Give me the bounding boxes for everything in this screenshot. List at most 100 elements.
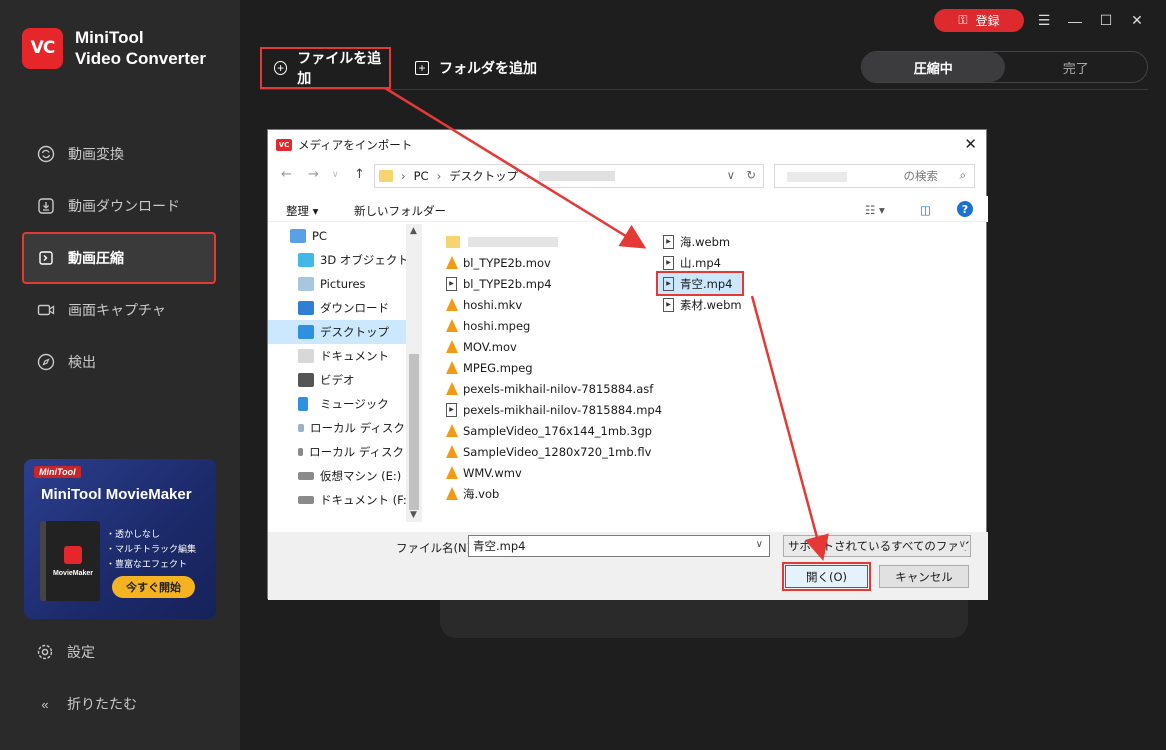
app-name-line1: MiniTool (75, 28, 144, 47)
tree-item-videos[interactable]: ビデオ (268, 368, 421, 392)
collapse-item[interactable]: « 折りたたむ (36, 694, 137, 714)
tree-item-downloads[interactable]: ダウンロード (268, 296, 421, 320)
search-input[interactable]: の検索 ⌕ (774, 164, 975, 188)
list-item[interactable]: hoshi.mpeg (446, 315, 662, 336)
dialog-title: メディアをインポート (298, 137, 413, 152)
list-item[interactable]: bl_TYPE2b.mov (446, 252, 662, 273)
breadcrumb-desktop[interactable]: デスクトップ (449, 168, 518, 184)
selected-file-item[interactable]: ▶ 青空.mp4 (655, 271, 745, 296)
forward-arrow-icon[interactable]: → (308, 167, 319, 182)
promo-badge: MiniTool (34, 466, 81, 478)
list-item[interactable]: ▶ 素材.webm (663, 294, 742, 315)
list-item[interactable]: ▶ 海.webm (663, 231, 742, 252)
list-item[interactable]: MPEG.mpeg (446, 357, 662, 378)
sidebar-item-label: 動画ダウンロード (68, 198, 180, 214)
filename-label: ファイル名(N): (396, 541, 475, 555)
sidebar-item-discover[interactable]: 検出 (24, 338, 214, 386)
tree-item-3d[interactable]: 3D オブジェクト (268, 248, 421, 272)
tree-item-pc[interactable]: PC (268, 224, 421, 248)
tree-scrollbar[interactable]: ▲ ▼ (406, 224, 422, 522)
vlc-file-icon (446, 445, 458, 458)
folder-icon (446, 235, 460, 248)
list-item[interactable]: ▶ pexels-mikhail-nilov-7815884.mp4 (446, 399, 662, 420)
new-folder-button[interactable]: 新しいフォルダー (354, 203, 446, 219)
tab-compressing[interactable]: 圧縮中 (862, 52, 1005, 82)
address-row: ← → ∨ ↑ › PC › デスクトップ › ∨ ↻ の検索 ⌕ (268, 163, 988, 189)
filename-input[interactable]: 青空.mp4 ∨ (468, 535, 770, 557)
promo-start-button[interactable]: 今すぐ開始 (112, 576, 195, 598)
list-item[interactable]: hoshi.mkv (446, 294, 662, 315)
moviemaker-promo[interactable]: MiniTool MiniTool MovieMaker MovieMaker … (24, 459, 216, 619)
list-item[interactable]: ▶ bl_TYPE2b.mp4 (446, 273, 662, 294)
breadcrumb-pc[interactable]: PC (414, 169, 429, 183)
tree-item-disk-d[interactable]: ローカル ディスク (D (268, 440, 421, 464)
maximize-icon[interactable]: ☐ (1095, 12, 1117, 29)
sidebar-item-download[interactable]: 動画ダウンロード (24, 182, 214, 230)
list-item[interactable]: WMV.wmv (446, 462, 662, 483)
dialog-close-icon[interactable]: ✕ (964, 135, 977, 153)
sidebar-item-convert[interactable]: 動画変換 (24, 130, 214, 178)
drive-icon (298, 472, 314, 480)
tree-item-music[interactable]: ミュージック (268, 392, 421, 416)
minimize-icon[interactable]: — (1064, 13, 1086, 29)
app-name-line2: Video Converter (75, 49, 207, 68)
chevron-down-icon[interactable]: ∨ (756, 539, 763, 550)
help-icon[interactable]: ? (957, 201, 973, 217)
refresh-icon[interactable]: ↻ (746, 168, 756, 182)
menu-icon[interactable]: ☰ (1033, 12, 1055, 29)
promo-feature: ・豊富なエフェクト (106, 559, 188, 569)
recent-dropdown-icon[interactable]: ∨ (332, 170, 339, 180)
sidebar-item-capture[interactable]: 画面キャプチャ (24, 286, 214, 334)
settings-item[interactable]: 設定 (36, 642, 95, 662)
close-icon[interactable]: ✕ (1126, 12, 1148, 29)
breadcrumb-chevron-icon: › (436, 169, 442, 183)
list-item[interactable] (446, 231, 662, 252)
add-folder-button[interactable]: + フォルダを追加 (415, 49, 537, 87)
register-button[interactable]: ⚿ 登録 (934, 9, 1024, 32)
key-icon: ⚿ (958, 13, 968, 27)
preview-pane-icon[interactable]: ◫ (920, 203, 931, 217)
cancel-button[interactable]: キャンセル (879, 565, 969, 588)
address-dropdown-icon[interactable]: ∨ (727, 168, 735, 182)
up-arrow-icon[interactable]: ↑ (354, 167, 365, 182)
scroll-down-icon[interactable]: ▼ (410, 510, 417, 520)
pictures-icon (298, 277, 314, 291)
sidebar-item-label: 画面キャプチャ (68, 302, 166, 318)
scrollbar-thumb[interactable] (409, 354, 419, 510)
tree-item-disk-c[interactable]: ローカル ディスク (C (268, 416, 421, 440)
tree-item-desktop[interactable]: デスクトップ (268, 320, 421, 344)
promo-features: ・透かしなし ・マルチトラック編集 ・豊富なエフェクト (106, 527, 196, 572)
moviemaker-box-image: MovieMaker (40, 521, 100, 601)
convert-icon (37, 145, 55, 163)
vlc-file-icon (446, 466, 458, 479)
list-item[interactable]: pexels-mikhail-nilov-7815884.asf (446, 378, 662, 399)
organize-button[interactable]: 整理 ▾ (286, 203, 318, 219)
tab-completed[interactable]: 完了 (1005, 52, 1148, 82)
compass-icon (37, 353, 55, 371)
list-item[interactable]: SampleVideo_176x144_1mb.3gp (446, 420, 662, 441)
tree-item-disk-f[interactable]: ドキュメント (F:) (268, 488, 421, 512)
back-arrow-icon[interactable]: ← (281, 167, 292, 182)
tree-item-documents[interactable]: ドキュメント (268, 344, 421, 368)
dialog-footer: ファイル名(N): 青空.mp4 ∨ サポートされているすべてのファイル ( ∨… (268, 532, 988, 600)
add-file-button[interactable]: + ファイルを追加 (260, 47, 391, 89)
list-item[interactable]: 海.vob (446, 483, 662, 504)
view-options-icon[interactable]: ☷ ▾ (865, 203, 885, 217)
blurred-folder-name (468, 236, 558, 247)
tree-item-disk-e[interactable]: 仮想マシン (E:) (268, 464, 421, 488)
command-bar: 整理 ▾ 新しいフォルダー ☷ ▾ ◫ ? (268, 196, 988, 222)
address-bar[interactable]: › PC › デスクトップ › ∨ ↻ (374, 164, 764, 188)
list-item[interactable]: SampleVideo_1280x720_1mb.flv (446, 441, 662, 462)
scroll-up-icon[interactable]: ▲ (410, 226, 417, 236)
double-chevron-left-icon: « (41, 696, 49, 712)
filetype-select[interactable]: サポートされているすべてのファイル ( ∨ (783, 535, 971, 557)
sidebar-item-label: 動画変換 (68, 146, 124, 162)
open-button[interactable]: 開く(O) (782, 562, 871, 591)
list-item[interactable]: ▶ 山.mp4 (663, 252, 742, 273)
vlc-file-icon (446, 298, 458, 311)
sidebar-item-compress[interactable]: 動画圧縮 (22, 232, 216, 284)
filetype-value: サポートされているすべてのファイル ( (788, 539, 971, 553)
chevron-down-icon[interactable]: ∨ (956, 539, 966, 550)
list-item[interactable]: MOV.mov (446, 336, 662, 357)
tree-item-pictures[interactable]: Pictures (268, 272, 421, 296)
